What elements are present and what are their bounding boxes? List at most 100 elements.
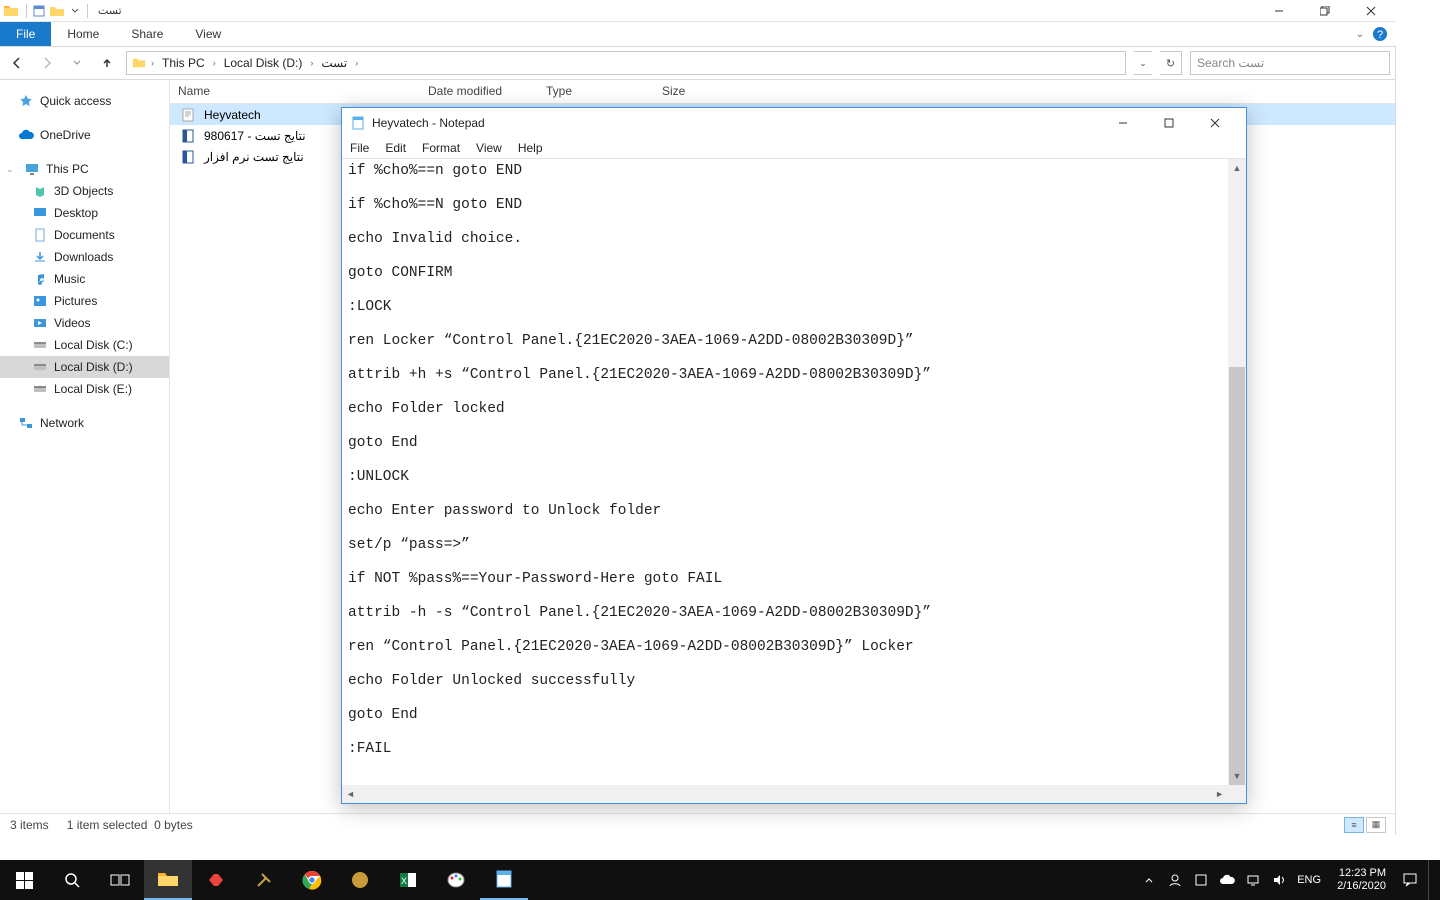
- file-name: Heyvatech: [204, 108, 261, 122]
- close-button[interactable]: [1348, 0, 1394, 22]
- navpane-network[interactable]: Network: [0, 412, 169, 434]
- scroll-thumb[interactable]: [1229, 367, 1245, 797]
- taskbar-app-notepad[interactable]: [480, 860, 528, 900]
- status-item-count: 3 items: [10, 818, 49, 832]
- videos-icon: [32, 315, 48, 331]
- navpane-item-selected[interactable]: Local Disk (D:): [0, 356, 169, 378]
- folder-icon: [32, 183, 48, 199]
- ribbon-file-tab[interactable]: File: [0, 22, 51, 46]
- pictures-icon: [32, 293, 48, 309]
- refresh-button[interactable]: ↻: [1160, 51, 1182, 75]
- menu-format[interactable]: Format: [422, 141, 460, 155]
- nav-forward-button[interactable]: [36, 52, 58, 74]
- address-history-dropdown[interactable]: ⌄: [1134, 51, 1152, 75]
- show-desktop-button[interactable]: [1428, 860, 1434, 900]
- resize-grip[interactable]: [1228, 785, 1246, 803]
- navpane-this-pc[interactable]: ⌄ This PC: [0, 158, 169, 180]
- expand-icon[interactable]: ⌄: [6, 164, 16, 175]
- column-header-size[interactable]: Size: [654, 80, 734, 103]
- navpane-item[interactable]: Local Disk (E:): [0, 378, 169, 400]
- ribbon-tab-view[interactable]: View: [179, 22, 237, 46]
- taskbar-app-excel[interactable]: X: [384, 860, 432, 900]
- taskbar-app-generic[interactable]: [336, 860, 384, 900]
- maximize-button[interactable]: [1146, 108, 1192, 138]
- notepad-icon: [350, 115, 366, 131]
- help-icon[interactable]: ?: [1372, 26, 1388, 42]
- disk-icon: [32, 359, 48, 375]
- breadcrumb[interactable]: This PC: [158, 56, 209, 70]
- minimize-button[interactable]: [1100, 108, 1146, 138]
- navpane-item[interactable]: Music: [0, 268, 169, 290]
- tray-icon[interactable]: [1193, 872, 1209, 888]
- file-name: نتایج تست نرم افزار: [204, 150, 304, 164]
- ribbon-collapse-icon[interactable]: ⌄: [1356, 29, 1364, 40]
- tray-people-icon[interactable]: [1167, 872, 1183, 888]
- horizontal-scrollbar[interactable]: ◄►: [342, 785, 1228, 803]
- ribbon-tab-share[interactable]: Share: [115, 22, 179, 46]
- nav-recent-dropdown[interactable]: [66, 52, 88, 74]
- navpane-item[interactable]: Downloads: [0, 246, 169, 268]
- tray-clock[interactable]: 12:23 PM 2/16/2020: [1331, 867, 1392, 893]
- cloud-icon: [18, 127, 34, 143]
- taskbar-app-tools[interactable]: [240, 860, 288, 900]
- navpane-onedrive[interactable]: OneDrive: [0, 124, 169, 146]
- ribbon-tab-home[interactable]: Home: [51, 22, 115, 46]
- tray-onedrive-icon[interactable]: [1219, 872, 1235, 888]
- tray-chevron-icon[interactable]: [1141, 872, 1157, 888]
- tray-action-center-icon[interactable]: [1402, 872, 1418, 888]
- search-button[interactable]: [48, 860, 96, 900]
- nav-back-button[interactable]: [6, 52, 28, 74]
- maximize-button[interactable]: [1302, 0, 1348, 22]
- minimize-button[interactable]: [1256, 0, 1302, 22]
- explorer-titlebar: تست: [0, 0, 1396, 22]
- music-icon: [32, 271, 48, 287]
- navpane-item[interactable]: Documents: [0, 224, 169, 246]
- disk-icon: [32, 337, 48, 353]
- navpane-item[interactable]: Videos: [0, 312, 169, 334]
- breadcrumb[interactable]: تست: [317, 56, 351, 70]
- tray-network-icon[interactable]: [1245, 872, 1261, 888]
- column-header-date[interactable]: Date modified: [420, 80, 538, 103]
- navpane-label: Local Disk (E:): [54, 382, 132, 396]
- navpane-item[interactable]: 3D Objects: [0, 180, 169, 202]
- qat-dropdown-icon[interactable]: [67, 3, 83, 19]
- taskbar-app-chrome[interactable]: [288, 860, 336, 900]
- folder-icon: [131, 55, 147, 71]
- taskbar-app-anydesk[interactable]: [192, 860, 240, 900]
- breadcrumb[interactable]: Local Disk (D:): [220, 56, 307, 70]
- file-name: نتایج تست - 980617: [204, 129, 306, 143]
- column-header-name[interactable]: Name: [170, 80, 420, 103]
- navpane-item[interactable]: Pictures: [0, 290, 169, 312]
- pc-icon: [24, 161, 40, 177]
- menu-edit[interactable]: Edit: [385, 141, 406, 155]
- nav-up-button[interactable]: [96, 52, 118, 74]
- tray-volume-icon[interactable]: [1271, 872, 1287, 888]
- menu-view[interactable]: View: [476, 141, 502, 155]
- qat-properties-icon[interactable]: [31, 3, 47, 19]
- qat-newfolder-icon[interactable]: [49, 3, 65, 19]
- svg-text:?: ?: [1377, 29, 1383, 41]
- scroll-down-icon[interactable]: ▼: [1228, 767, 1246, 785]
- notepad-text-area[interactable]: if %cho%==n goto END if %cho%==N goto EN…: [342, 159, 1228, 785]
- close-button[interactable]: [1192, 108, 1238, 138]
- menu-file[interactable]: File: [350, 141, 369, 155]
- menu-help[interactable]: Help: [518, 141, 543, 155]
- column-header-type[interactable]: Type: [538, 80, 654, 103]
- taskbar: X ENG 12:23 PM 2/16/2020: [0, 860, 1440, 900]
- view-large-button[interactable]: ▦: [1366, 817, 1386, 833]
- start-button[interactable]: [0, 860, 48, 900]
- scroll-up-icon[interactable]: ▲: [1228, 159, 1246, 177]
- taskbar-app-paint[interactable]: [432, 860, 480, 900]
- view-details-button[interactable]: ≡: [1344, 817, 1364, 833]
- address-bar-row: › This PC › Local Disk (D:) › تست › ⌄ ↻ …: [0, 47, 1396, 80]
- taskbar-explorer[interactable]: [144, 860, 192, 900]
- navpane-quick-access[interactable]: Quick access: [0, 90, 169, 112]
- navpane-item[interactable]: Desktop: [0, 202, 169, 224]
- tray-language[interactable]: ENG: [1297, 874, 1321, 886]
- task-view-button[interactable]: [96, 860, 144, 900]
- address-bar[interactable]: › This PC › Local Disk (D:) › تست ›: [126, 51, 1126, 75]
- vertical-scrollbar[interactable]: ▲ ▼: [1228, 159, 1246, 785]
- search-input[interactable]: Search تست: [1190, 51, 1390, 75]
- notepad-titlebar[interactable]: Heyvatech - Notepad: [342, 108, 1246, 138]
- navpane-item[interactable]: Local Disk (C:): [0, 334, 169, 356]
